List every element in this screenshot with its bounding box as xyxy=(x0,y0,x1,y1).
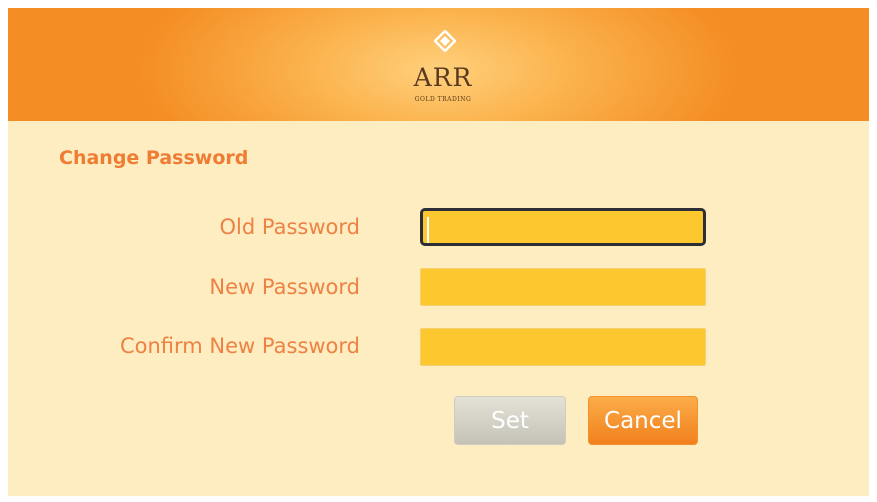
brand-subtitle: GOLD TRADING xyxy=(414,96,472,103)
brand-logo-text: ARR xyxy=(413,63,473,92)
page-title: Change Password xyxy=(59,147,249,169)
header-banner: ARR GOLD TRADING xyxy=(8,8,869,121)
old-password-input[interactable] xyxy=(420,208,706,246)
new-password-label: New Password xyxy=(209,275,360,299)
confirm-password-label: Confirm New Password xyxy=(119,334,360,358)
new-password-input[interactable] xyxy=(420,268,706,306)
old-password-label: Old Password xyxy=(219,215,360,239)
change-password-dialog: ARR GOLD TRADING Change Password Old Pas… xyxy=(8,8,869,496)
text-caret xyxy=(427,217,429,243)
set-button[interactable]: Set xyxy=(454,396,566,445)
diamond-icon xyxy=(434,30,456,52)
cancel-button[interactable]: Cancel xyxy=(588,396,698,445)
confirm-password-input[interactable] xyxy=(420,328,706,366)
